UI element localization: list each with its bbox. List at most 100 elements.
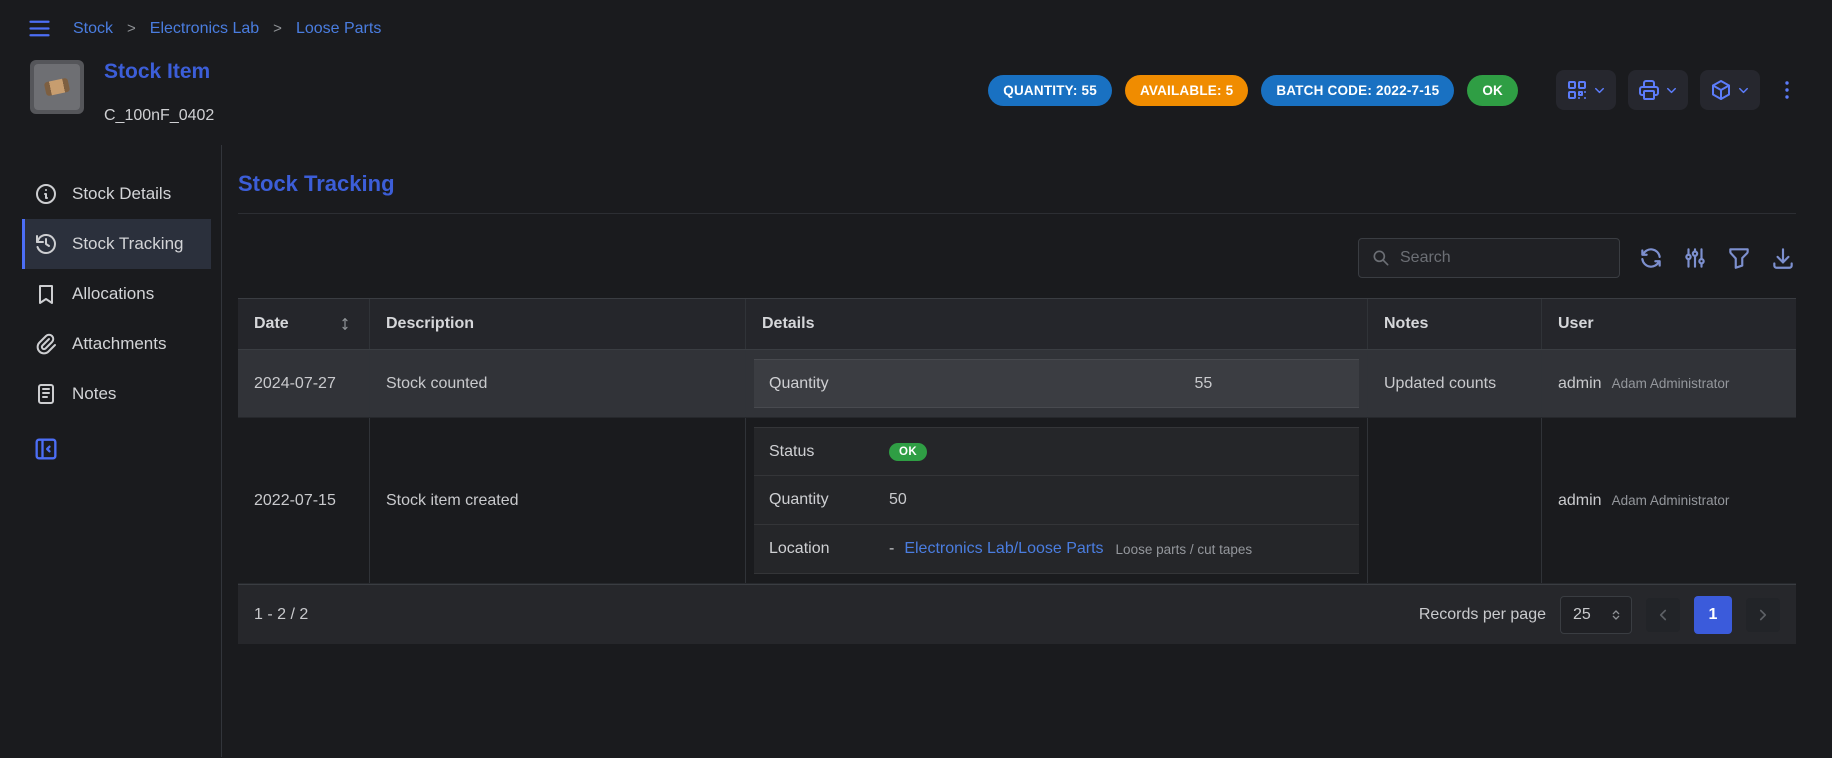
stock-actions-button[interactable] xyxy=(1700,70,1760,110)
main-panel: Stock Tracking xyxy=(222,145,1832,757)
column-label: Date xyxy=(254,315,289,333)
details-cell: Quantity 55 xyxy=(746,350,1368,417)
detail-label: Quantity xyxy=(769,491,889,509)
description-cell: Stock counted xyxy=(370,350,746,417)
panel-title: Stock Tracking xyxy=(238,171,1796,197)
table-row[interactable]: 2022-07-15 Stock item created Status OK … xyxy=(238,418,1796,584)
detail-status-row: Status OK xyxy=(754,427,1359,476)
sidebar-item-allocations[interactable]: Allocations xyxy=(22,269,211,319)
header-action-buttons xyxy=(1556,70,1802,110)
chevron-down-icon xyxy=(1736,83,1751,98)
detail-label: Location xyxy=(769,540,889,558)
column-label: Details xyxy=(762,315,814,333)
topbar: Stock > Electronics Lab > Loose Parts xyxy=(0,0,1832,46)
sidebar-collapse-icon[interactable] xyxy=(32,435,60,463)
location-description: Loose parts / cut tapes xyxy=(1116,542,1253,557)
header-text: Stock Item C_100nF_0402 xyxy=(104,60,214,125)
title-divider xyxy=(238,213,1796,214)
table-header-user: User xyxy=(1542,299,1796,349)
quantity-badge: QUANTITY: 55 xyxy=(988,75,1112,106)
location-dash: - xyxy=(889,540,894,558)
barcode-actions-button[interactable] xyxy=(1556,70,1616,110)
table-header-notes: Notes xyxy=(1368,299,1542,349)
status-ok-badge: OK xyxy=(889,443,927,461)
user-fullname: Adam Administrator xyxy=(1612,493,1730,508)
breadcrumb-electronics-lab[interactable]: Electronics Lab xyxy=(150,20,259,38)
bookmark-icon xyxy=(34,282,58,306)
table-toolbar xyxy=(238,238,1796,278)
page-size-select[interactable]: 25 xyxy=(1560,596,1632,634)
username: admin xyxy=(1558,375,1602,393)
column-label: User xyxy=(1558,315,1594,333)
breadcrumb-stock[interactable]: Stock xyxy=(73,20,113,38)
selector-icon xyxy=(1608,607,1624,623)
stock-actions-icon xyxy=(1709,78,1733,102)
status-ok-badge: OK xyxy=(1467,75,1518,106)
detail-quantity-row: Quantity 55 xyxy=(754,359,1359,408)
table-header-date[interactable]: Date xyxy=(238,299,370,349)
search-box[interactable] xyxy=(1358,238,1620,278)
sidebar-item-label: Stock Tracking xyxy=(72,234,184,254)
location-link[interactable]: Electronics Lab/Loose Parts xyxy=(904,540,1103,558)
next-page-button[interactable] xyxy=(1746,598,1780,632)
detail-value: 55 xyxy=(1195,375,1213,393)
page-title: Stock Item xyxy=(104,60,214,84)
breadcrumb-separator: > xyxy=(273,20,282,37)
table-row[interactable]: 2024-07-27 Stock counted Quantity 55 Upd… xyxy=(238,350,1796,418)
date-cell: 2024-07-27 xyxy=(238,350,370,417)
notes-icon xyxy=(34,382,58,406)
details-list: Status OK Quantity 50 Location - Electro… xyxy=(754,427,1359,574)
content: Stock Details Stock Tracking Allocations… xyxy=(0,145,1832,757)
dots-vertical-icon xyxy=(1775,78,1799,102)
qr-code-icon xyxy=(1565,78,1589,102)
stock-item-thumbnail[interactable] xyxy=(30,60,84,114)
info-circle-icon xyxy=(34,182,58,206)
sidebar-item-attachments[interactable]: Attachments xyxy=(22,319,211,369)
header-right: QUANTITY: 55 AVAILABLE: 5 BATCH CODE: 20… xyxy=(988,70,1802,110)
detail-location-row: Location - Electronics Lab/Loose Parts L… xyxy=(754,525,1359,574)
breadcrumb-loose-parts[interactable]: Loose Parts xyxy=(296,20,381,38)
column-label: Description xyxy=(386,315,474,333)
username: admin xyxy=(1558,492,1602,510)
paperclip-icon xyxy=(34,332,58,356)
search-input[interactable] xyxy=(1400,249,1607,267)
sort-icon xyxy=(337,316,353,332)
adjustments-icon[interactable] xyxy=(1682,245,1708,271)
table-header-details: Details xyxy=(746,299,1368,349)
page-size-value: 25 xyxy=(1573,606,1591,624)
sidebar-item-stock-tracking[interactable]: Stock Tracking xyxy=(22,219,211,269)
notes-cell: Updated counts xyxy=(1368,350,1542,417)
previous-page-button[interactable] xyxy=(1646,598,1680,632)
page-1-button[interactable]: 1 xyxy=(1694,596,1732,634)
stock-tracking-table: Date Description Details Notes User xyxy=(238,298,1796,644)
more-options-button[interactable] xyxy=(1772,70,1802,110)
thumbnail-photo xyxy=(34,64,80,110)
user-cell: admin Adam Administrator xyxy=(1542,350,1796,417)
pagination-controls: Records per page 25 1 xyxy=(1419,596,1780,634)
refresh-icon[interactable] xyxy=(1638,245,1664,271)
available-badge: AVAILABLE: 5 xyxy=(1125,75,1248,106)
detail-value: 50 xyxy=(889,491,907,509)
status-badges: QUANTITY: 55 AVAILABLE: 5 BATCH CODE: 20… xyxy=(988,75,1518,106)
record-range: 1 - 2 / 2 xyxy=(254,606,308,624)
history-icon xyxy=(34,232,58,256)
detail-label: Status xyxy=(769,443,889,461)
sidebar-item-label: Attachments xyxy=(72,334,167,354)
chevron-down-icon xyxy=(1664,83,1679,98)
sidebar-item-notes[interactable]: Notes xyxy=(22,369,211,419)
hamburger-menu-icon[interactable] xyxy=(26,15,53,42)
sidebar-item-stock-details[interactable]: Stock Details xyxy=(22,169,211,219)
sidebar: Stock Details Stock Tracking Allocations… xyxy=(0,145,222,757)
breadcrumb-separator: > xyxy=(127,20,136,37)
search-icon xyxy=(1371,248,1391,268)
details-cell: Status OK Quantity 50 Location - Electro… xyxy=(746,418,1368,583)
records-per-page-label: Records per page xyxy=(1419,606,1546,624)
detail-label: Quantity xyxy=(769,375,1195,393)
description-cell: Stock item created xyxy=(370,418,746,583)
filter-icon[interactable] xyxy=(1726,245,1752,271)
printer-icon xyxy=(1637,78,1661,102)
stock-item-name: C_100nF_0402 xyxy=(104,107,214,125)
download-icon[interactable] xyxy=(1770,245,1796,271)
user-cell: admin Adam Administrator xyxy=(1542,418,1796,583)
print-actions-button[interactable] xyxy=(1628,70,1688,110)
